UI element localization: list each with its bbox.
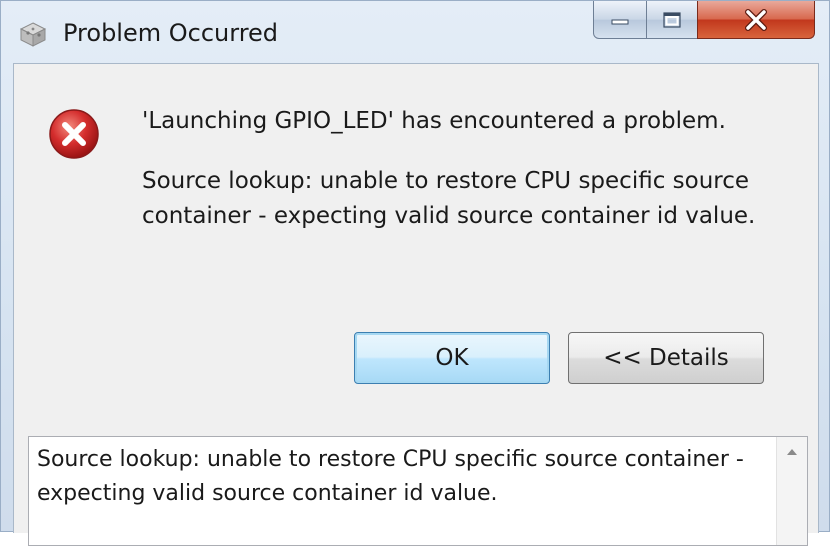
caption-buttons [593,1,815,41]
error-icon [48,108,100,160]
title-bar[interactable]: Problem Occurred [1,1,830,63]
details-text: Source lookup: unable to restore CPU spe… [37,447,744,506]
vertical-scrollbar[interactable] [776,437,807,545]
details-toggle-button[interactable]: << Details [568,332,764,384]
close-icon [698,1,814,38]
error-message-title: 'Launching GPIO_LED' has encountered a p… [142,108,726,134]
error-message-detail: Source lookup: unable to restore CPU spe… [142,168,756,229]
problem-dialog-window: Problem Occurred 'Launching GPIO_LED' ha… [0,0,830,546]
window-title: Problem Occurred [63,19,279,47]
ok-button[interactable]: OK [354,332,550,384]
scroll-up-arrow-icon[interactable] [777,437,807,467]
maximize-icon [647,1,697,38]
eclipse-cube-icon [19,21,47,47]
dialog-content: 'Launching GPIO_LED' has encountered a p… [13,63,819,546]
minimize-icon [594,1,646,38]
details-text-area[interactable]: Source lookup: unable to restore CPU spe… [28,436,808,546]
maximize-button[interactable] [646,1,698,39]
minimize-button[interactable] [593,1,647,39]
close-button[interactable] [697,1,815,39]
